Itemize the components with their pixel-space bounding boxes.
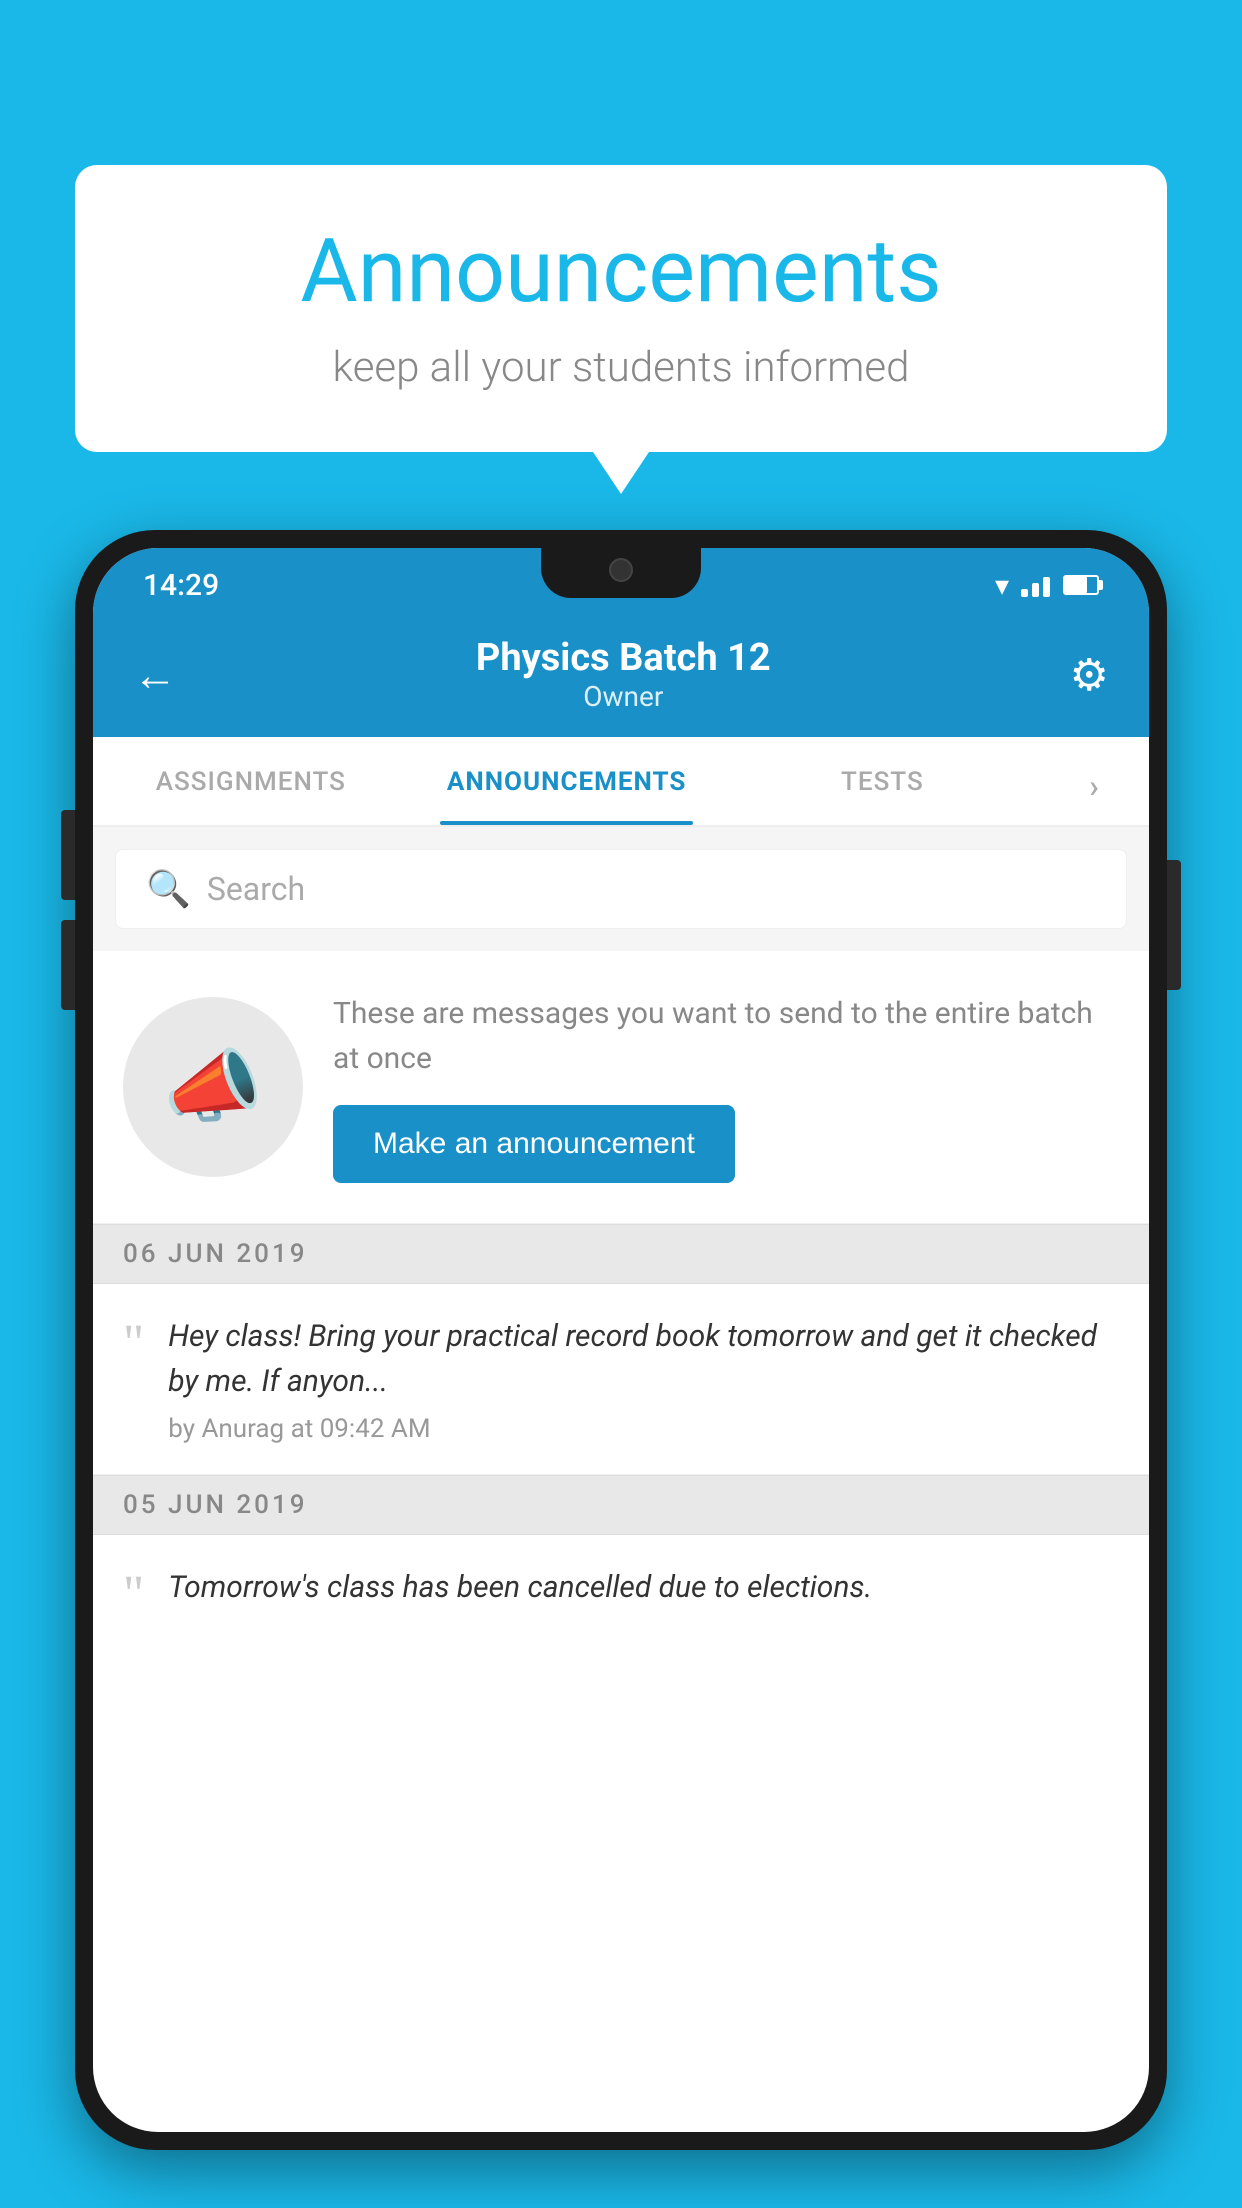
- date-separator-june5: 05 JUN 2019: [93, 1475, 1149, 1535]
- phone-side-btn-power: [1167, 860, 1181, 990]
- phone-side-btn-volume-up: [61, 810, 75, 900]
- promo-icon-circle: 📣: [123, 997, 303, 1177]
- status-icons: ▾: [995, 569, 1099, 602]
- wifi-icon: ▾: [995, 569, 1009, 602]
- announcement-item-2[interactable]: " Tomorrow's class has been cancelled du…: [93, 1535, 1149, 1651]
- quote-icon-1: ": [123, 1318, 144, 1370]
- tab-announcements[interactable]: ANNOUNCEMENTS: [409, 737, 725, 825]
- date-separator-june6: 06 JUN 2019: [93, 1224, 1149, 1284]
- phone-camera: [609, 558, 633, 582]
- promo-right: These are messages you want to send to t…: [333, 991, 1119, 1183]
- speech-bubble-container: Announcements keep all your students inf…: [75, 165, 1167, 452]
- search-icon: 🔍: [146, 868, 191, 910]
- settings-gear-icon[interactable]: ⚙: [1070, 649, 1109, 701]
- signal-bar-3: [1043, 577, 1050, 597]
- quote-icon-2: ": [123, 1569, 144, 1621]
- speech-bubble: Announcements keep all your students inf…: [75, 165, 1167, 452]
- announcement-item-1[interactable]: " Hey class! Bring your practical record…: [93, 1284, 1149, 1475]
- speech-bubble-title: Announcements: [135, 220, 1107, 323]
- signal-icon: [1021, 573, 1051, 597]
- announcement-meta-1: by Anurag at 09:42 AM: [168, 1414, 1119, 1444]
- signal-bar-2: [1032, 583, 1039, 597]
- signal-bar-1: [1021, 589, 1028, 597]
- tabs-bar: ASSIGNMENTS ANNOUNCEMENTS TESTS ›: [93, 737, 1149, 827]
- search-container: 🔍 Search: [93, 827, 1149, 951]
- header-title: Physics Batch 12: [476, 636, 771, 680]
- tab-tests[interactable]: TESTS: [725, 737, 1041, 825]
- search-bar[interactable]: 🔍 Search: [115, 849, 1127, 929]
- battery-icon: [1063, 575, 1099, 595]
- announcement-text-2: Tomorrow's class has been cancelled due …: [168, 1565, 1119, 1610]
- speech-bubble-subtitle: keep all your students informed: [135, 343, 1107, 392]
- megaphone-icon: 📣: [163, 1040, 263, 1134]
- phone-container: 14:29 ▾ ← Physics Batch 12: [75, 530, 1167, 2208]
- back-button[interactable]: ←: [133, 649, 177, 701]
- announcement-content-2: Tomorrow's class has been cancelled due …: [168, 1565, 1119, 1620]
- promo-description: These are messages you want to send to t…: [333, 991, 1119, 1081]
- battery-fill: [1065, 577, 1087, 593]
- phone-screen: 14:29 ▾ ← Physics Batch 12: [93, 548, 1149, 2132]
- promo-block: 📣 These are messages you want to send to…: [93, 951, 1149, 1224]
- phone-side-btn-volume-down: [61, 920, 75, 1010]
- tab-assignments[interactable]: ASSIGNMENTS: [93, 737, 409, 825]
- app-header: ← Physics Batch 12 Owner ⚙: [93, 618, 1149, 737]
- announcement-content-1: Hey class! Bring your practical record b…: [168, 1314, 1119, 1444]
- status-time: 14:29: [143, 568, 219, 603]
- make-announcement-button[interactable]: Make an announcement: [333, 1105, 735, 1183]
- tab-more[interactable]: ›: [1040, 737, 1149, 825]
- search-placeholder: Search: [207, 870, 305, 908]
- phone-outer: 14:29 ▾ ← Physics Batch 12: [75, 530, 1167, 2150]
- announcement-text-1: Hey class! Bring your practical record b…: [168, 1314, 1119, 1404]
- header-subtitle: Owner: [476, 680, 771, 713]
- header-title-group: Physics Batch 12 Owner: [476, 636, 771, 713]
